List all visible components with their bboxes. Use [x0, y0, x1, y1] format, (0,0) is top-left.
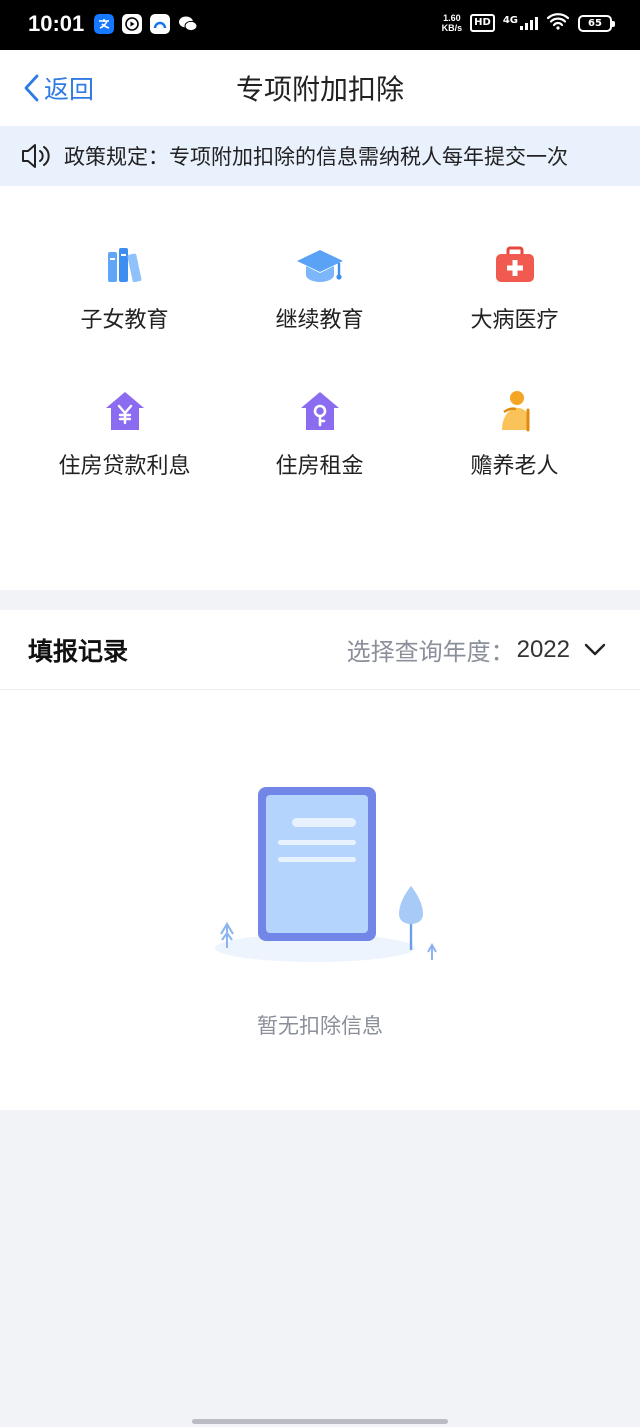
deduction-category-grid: 子女教育 继续教育 大病医疗 住房贷款利息 住房租金 赡养老人 [0, 186, 640, 590]
records-section: 填报记录 选择查询年度： 2022 暂无扣除信息 [0, 610, 640, 1110]
year-select-value: 2022 [516, 635, 570, 663]
status-indicators: 1.60 KB/s HD 4G 65 [442, 12, 615, 34]
category-label: 住房贷款利息 [58, 454, 191, 479]
category-label: 继续教育 [275, 308, 364, 333]
video-icon [122, 14, 142, 34]
empty-state-text: 暂无扣除信息 [257, 1014, 383, 1038]
year-select-label: 选择查询年度： [346, 638, 515, 666]
category-child-education[interactable]: 子女教育 [18, 244, 231, 364]
empty-state-illustration [215, 787, 437, 962]
category-label: 赡养老人 [470, 454, 559, 479]
speed-unit: KB/s [441, 23, 463, 33]
category-label: 住房租金 [275, 454, 364, 479]
medical-kit-icon [496, 246, 534, 282]
network-speed: 1.60 KB/s [442, 13, 463, 33]
status-app-icons [94, 14, 198, 34]
browser-icon [150, 14, 170, 34]
signal-group: 4G [503, 16, 538, 30]
category-label: 大病医疗 [470, 308, 559, 333]
year-select[interactable]: 选择查询年度： 2022 [347, 632, 606, 667]
category-continuing-education[interactable]: 继续教育 [213, 244, 426, 364]
category-elderly-support[interactable]: 赡养老人 [408, 390, 621, 510]
speed-value: 1.60 [443, 13, 461, 23]
category-label: 子女教育 [80, 308, 169, 333]
category-serious-illness[interactable]: 大病医疗 [408, 244, 621, 364]
chevron-down-icon [584, 643, 606, 655]
status-time: 10:01 [28, 11, 85, 36]
nav-bar: 返回 专项附加扣除 [0, 50, 640, 126]
alipay-icon [94, 14, 114, 34]
wifi-icon [546, 12, 570, 34]
signal-icon [520, 16, 538, 30]
elderly-person-icon [502, 391, 530, 432]
records-title: 填报记录 [28, 637, 129, 666]
wechat-icon [178, 14, 198, 34]
category-housing-rent[interactable]: 住房租金 [213, 390, 426, 510]
house-key-icon [301, 392, 339, 430]
status-bar: 10:01 1.60 KB/s HD 4G 65 [0, 0, 640, 50]
policy-notice: 政策规定：专项附加扣除的信息需纳税人每年提交一次 [0, 126, 640, 186]
graduation-cap-icon [297, 250, 343, 282]
records-header: 填报记录 选择查询年度： 2022 [0, 610, 640, 690]
battery-icon: 65 [578, 14, 615, 32]
page-title: 专项附加扣除 [235, 73, 404, 106]
network-type: 4G [502, 15, 518, 26]
speaker-icon [22, 144, 50, 168]
books-icon [108, 248, 142, 283]
notice-text: 政策规定：专项附加扣除的信息需纳税人每年提交一次 [64, 145, 568, 169]
home-indicator[interactable] [192, 1419, 448, 1424]
hd-badge: HD [470, 14, 495, 32]
house-yuan-icon [106, 392, 144, 430]
category-housing-loan-interest[interactable]: 住房贷款利息 [18, 390, 231, 510]
